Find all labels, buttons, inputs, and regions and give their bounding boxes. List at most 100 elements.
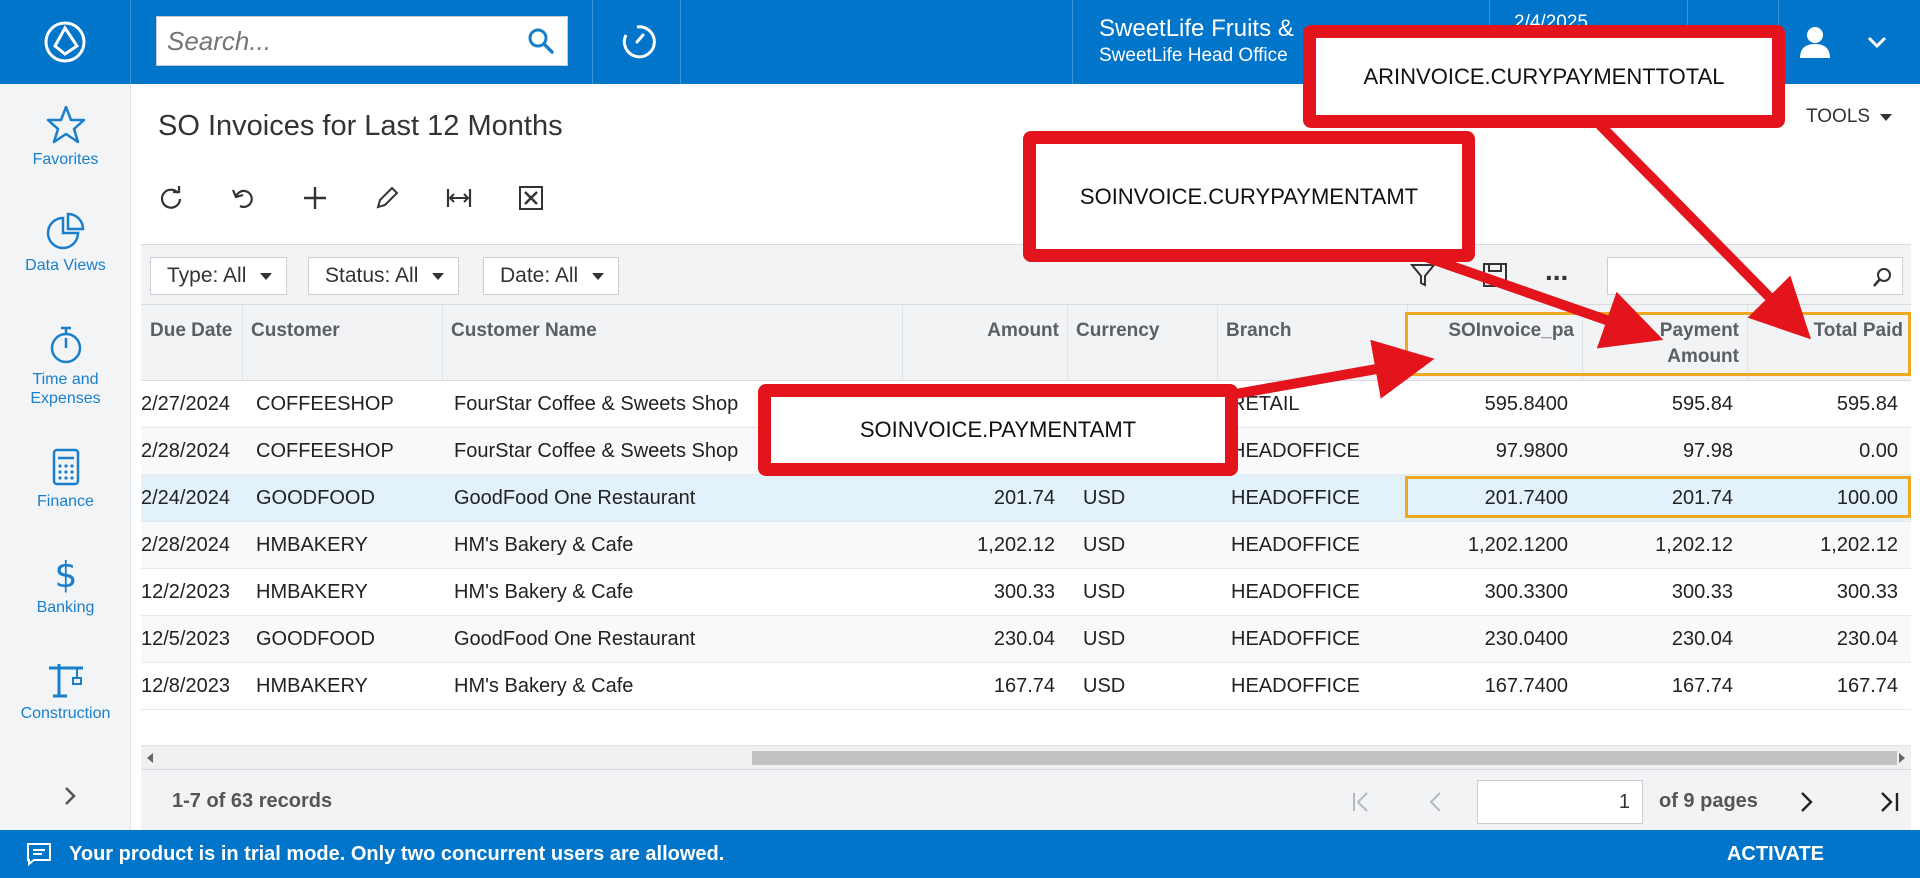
sidebar-item-favorites[interactable]: Favorites <box>0 104 131 169</box>
more-options-button[interactable]: ... <box>1545 255 1568 287</box>
cell-amount: 300.33 <box>993 581 1055 603</box>
search-area <box>131 0 593 84</box>
cell-amount: 201.74 <box>993 487 1055 509</box>
cell-due-date: 12/2/2023 <box>141 581 230 603</box>
crane-icon <box>48 664 83 698</box>
history-button[interactable] <box>593 0 681 84</box>
undo-button[interactable] <box>230 178 302 218</box>
column-currency[interactable]: Currency <box>1068 305 1218 381</box>
undo-icon <box>231 189 253 209</box>
sidebar: Favorites Data Views Time and Expenses F… <box>0 84 131 830</box>
search-icon <box>1873 268 1891 287</box>
refresh-button[interactable] <box>158 178 230 218</box>
records-count: 1-7 of 63 records <box>172 790 333 812</box>
table-row[interactable]: 12/5/2023 GOODFOOD GoodFood One Restaurant… <box>141 616 1911 663</box>
sidebar-item-time-and-expenses[interactable]: Time and Expenses <box>0 324 131 408</box>
column-due-date[interactable]: Due Date <box>141 305 243 381</box>
tools-label: TOOLS <box>1806 106 1871 127</box>
save-icon[interactable] <box>1481 261 1509 289</box>
cell-customer: COFFEESHOP <box>256 440 394 462</box>
column-amount[interactable]: Amount <box>903 305 1068 381</box>
scroll-right-icon[interactable] <box>1897 752 1907 764</box>
cell-soinvoice: 1,202.1200 <box>1467 534 1568 556</box>
cell-total-paid: 300.33 <box>1836 581 1898 603</box>
sidebar-item-construction[interactable]: Construction <box>0 658 131 723</box>
cell-branch: HEADOFFICE <box>1231 440 1360 462</box>
svg-text:$: $ <box>54 555 77 594</box>
cell-amount: 1,202.12 <box>977 534 1055 556</box>
logo[interactable] <box>0 0 131 84</box>
cell-currency: USD <box>1083 675 1126 697</box>
last-page-icon[interactable] <box>1876 789 1902 815</box>
grid-search-input[interactable] <box>1607 257 1903 295</box>
trial-message: Your product is in trial mode. Only two … <box>69 843 725 865</box>
tools-menu[interactable]: TOOLS <box>1806 106 1893 128</box>
fit-columns-button[interactable] <box>446 178 518 218</box>
cell-payment-amount: 167.74 <box>1671 675 1733 697</box>
cell-due-date: 12/5/2023 <box>141 628 230 650</box>
scrollbar-thumb[interactable] <box>752 751 1897 765</box>
calculator-icon <box>52 448 79 486</box>
stopwatch-icon <box>50 326 81 364</box>
cell-payment-amount: 230.04 <box>1671 628 1733 650</box>
search-icon[interactable] <box>525 25 557 57</box>
search-input[interactable] <box>157 17 517 65</box>
chevron-right-icon[interactable] <box>58 784 82 808</box>
cell-soinvoice: 595.8400 <box>1484 393 1568 415</box>
first-page-icon[interactable] <box>1349 789 1375 815</box>
cell-branch: HEADOFFICE <box>1231 581 1360 603</box>
column-customer-name[interactable]: Customer Name <box>443 305 903 381</box>
cell-amount: 167.74 <box>993 675 1055 697</box>
cell-currency: USD <box>1083 534 1126 556</box>
sidebar-item-banking[interactable]: $ Banking <box>0 552 131 617</box>
date-filter-label: Date: All <box>500 264 579 287</box>
table-row[interactable]: 12/8/2023 HMBAKERY HM's Bakery & Cafe 167.7… <box>141 663 1911 710</box>
sidebar-item-finance[interactable]: Finance <box>0 446 131 511</box>
page-number-input[interactable]: 1 <box>1477 780 1643 824</box>
cell-payment-amount: 97.98 <box>1682 440 1733 462</box>
cell-payment-amount: 300.33 <box>1671 581 1733 603</box>
table-row[interactable]: 12/2/2023 HMBAKERY HM's Bakery & Cafe 300.3… <box>141 569 1911 616</box>
cell-branch: RETAIL <box>1231 393 1300 415</box>
cell-customer-name: HM's Bakery & Cafe <box>454 675 634 697</box>
edit-button[interactable] <box>374 178 446 218</box>
column-customer[interactable]: Customer <box>243 305 443 381</box>
export-excel-button[interactable] <box>518 178 590 218</box>
history-icon <box>622 25 656 59</box>
table-row[interactable]: 2/28/2024 HMBAKERY HM's Bakery & Cafe 1,202… <box>141 522 1911 569</box>
filter-icon[interactable] <box>1409 261 1437 289</box>
sidebar-item-data-views[interactable]: Data Views <box>0 210 131 275</box>
cell-total-paid: 167.74 <box>1836 675 1898 697</box>
scroll-left-icon[interactable] <box>145 752 155 764</box>
acumatica-logo-icon <box>44 21 86 63</box>
add-button[interactable] <box>302 178 374 218</box>
cell-customer-name: HM's Bakery & Cafe <box>454 534 634 556</box>
activate-button[interactable]: ACTIVATE <box>1727 843 1824 866</box>
user-menu[interactable] <box>1778 0 1920 84</box>
plus-icon <box>304 187 326 209</box>
horizontal-scrollbar[interactable] <box>141 745 1911 769</box>
callout-ar-total: ARINVOICE.CURYPAYMENTTOTAL <box>1303 25 1785 128</box>
cell-total-paid: 595.84 <box>1836 393 1898 415</box>
cell-branch: HEADOFFICE <box>1231 487 1360 509</box>
cell-currency: USD <box>1083 581 1126 603</box>
cell-soinvoice: 167.7400 <box>1484 675 1568 697</box>
cell-customer: HMBAKERY <box>256 534 368 556</box>
status-filter[interactable]: Status: All <box>308 257 460 295</box>
cell-total-paid: 1,202.12 <box>1820 534 1898 556</box>
search-box[interactable] <box>156 16 568 66</box>
cell-currency: USD <box>1083 628 1126 650</box>
cell-soinvoice: 300.3300 <box>1484 581 1568 603</box>
next-page-icon[interactable] <box>1793 789 1819 815</box>
previous-page-icon[interactable] <box>1423 789 1449 815</box>
cell-branch: HEADOFFICE <box>1231 534 1360 556</box>
sidebar-item-label: Data Views <box>25 257 106 274</box>
cell-total-paid: 0.00 <box>1859 440 1898 462</box>
date-filter[interactable]: Date: All <box>483 257 620 295</box>
star-icon <box>46 105 85 144</box>
cell-customer: GOODFOOD <box>256 628 375 650</box>
column-branch[interactable]: Branch <box>1218 305 1408 381</box>
cell-due-date: 2/24/2024 <box>141 487 230 509</box>
cell-due-date: 2/28/2024 <box>141 534 230 556</box>
type-filter[interactable]: Type: All <box>150 257 288 295</box>
